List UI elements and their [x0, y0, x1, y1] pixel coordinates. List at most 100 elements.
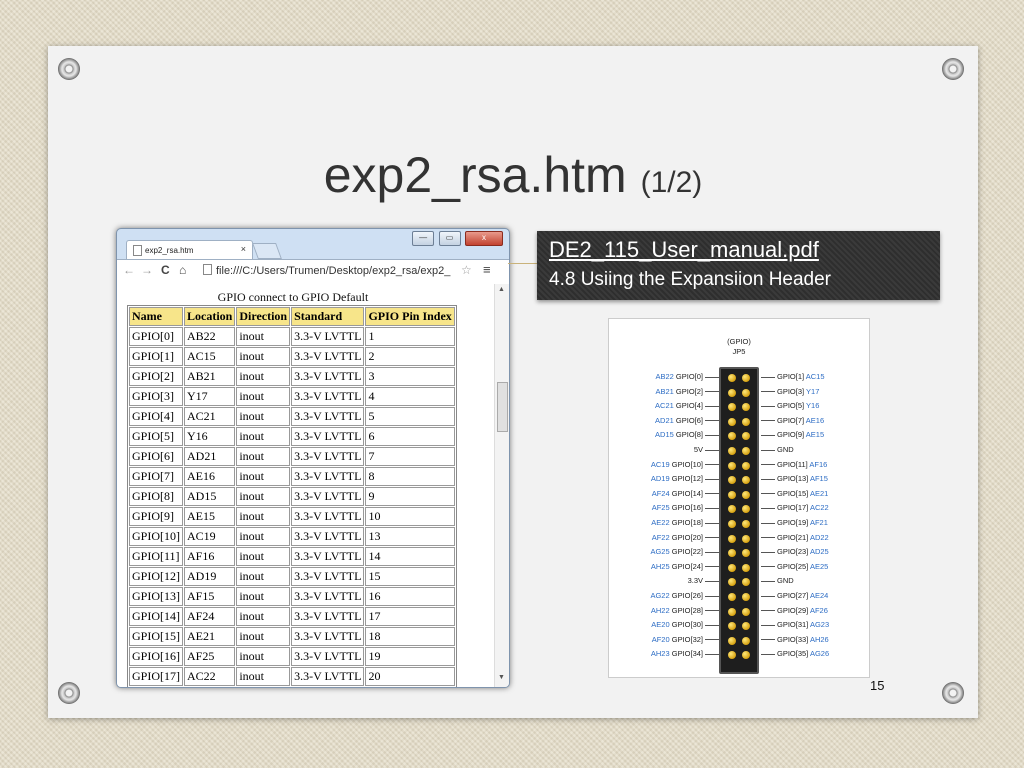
tab-exp2-rsa[interactable]: exp2_rsa.htm × [126, 240, 253, 260]
minimize-button[interactable]: — [412, 231, 435, 246]
pin-line [761, 610, 775, 612]
signal-name: 3.3V [687, 576, 703, 586]
close-window-button[interactable]: x [465, 231, 503, 246]
back-arrow-icon[interactable]: ← [123, 263, 135, 277]
header-pin-icon [728, 636, 736, 645]
signal-name: GPIO[21] [777, 532, 809, 542]
table-row: GPIO[7] AE16 inout 3.3-V LVTTL 8 [129, 467, 455, 486]
header-pin-icon [728, 651, 736, 660]
table-cell: 3.3-V LVTTL [291, 387, 365, 406]
file-icon [203, 264, 212, 275]
scrollbar-thumb[interactable] [497, 382, 508, 432]
menu-icon[interactable]: ≡ [483, 262, 491, 277]
pin-label-left: AC21 GPIO[4] [655, 401, 721, 411]
slide: exp2_rsa.htm (1/2) exp2_rsa.htm × — ▭ x … [48, 46, 978, 718]
pin-label-left: AG25 GPIO[22] [650, 547, 721, 557]
table-cell: AC19 [184, 527, 236, 546]
header-pin-icon [742, 447, 750, 455]
table-cell: GPIO[2] [129, 367, 183, 386]
table-cell: inout [236, 667, 291, 686]
table-row: GPIO[4] AC21 inout 3.3-V LVTTL 5 [129, 407, 455, 426]
pin-label-right: GPIO[11] AF16 [759, 460, 827, 470]
vertical-scrollbar[interactable]: ▲ ▼ [494, 284, 509, 687]
address-bar[interactable]: file:///C:/Users/Trumen/Desktop/exp2_rsa… [203, 263, 473, 279]
pin-line [761, 522, 775, 524]
slide-title-main: exp2_rsa.htm [323, 147, 627, 203]
signal-name: GPIO[26] [671, 591, 703, 600]
slide-title: exp2_rsa.htm (1/2) [48, 146, 978, 204]
fpga-location: AF16 [809, 459, 828, 469]
table-row: GPIO[12] AD19 inout 3.3-V LVTTL 15 [129, 567, 455, 586]
pin-label-left: AF20 GPIO[32] [652, 635, 721, 645]
table-cell: 3.3-V LVTTL [291, 607, 365, 626]
expansion-header-diagram: (GPIO) JP5 AB22 GPIO[0] AB21 GPIO[2] AC21 … [608, 318, 870, 678]
fpga-location: AE20 [651, 620, 670, 630]
diagram-title-jp5: JP5 [732, 347, 746, 356]
table-cell: inout [236, 427, 291, 446]
table-cell: GPIO[5] [129, 427, 183, 446]
pin-line [705, 566, 719, 568]
fpga-location: AG25 [650, 547, 670, 557]
header-pin-icon [728, 461, 736, 470]
fpga-location: AH25 [650, 561, 670, 571]
table-cell: GPIO[4] [129, 407, 183, 426]
header-pin-icon [728, 563, 736, 572]
pin-label-right: GND [759, 445, 794, 455]
column-header: Name [129, 307, 183, 326]
table-cell: 3.3-V LVTTL [291, 627, 365, 646]
table-cell: 19 [365, 647, 455, 666]
signal-name: GPIO[8] [675, 430, 703, 440]
rivet-bottom-left-icon [58, 682, 80, 704]
table-cell: 9 [365, 487, 455, 506]
fpga-location: AE16 [805, 415, 825, 425]
header-pin-icon [742, 534, 750, 543]
pin-label-left: AB22 GPIO[0] [655, 372, 721, 382]
pin-label-right: GPIO[25] AE25 [759, 562, 828, 572]
window-controls: — ▭ x [412, 231, 503, 247]
fpga-location: AE24 [809, 591, 829, 600]
table-cell: AE21 [184, 627, 236, 646]
table-cell: 3.3-V LVTTL [291, 567, 365, 586]
pin-line [705, 464, 719, 466]
fpga-location: AG22 [650, 591, 670, 600]
tab-title: exp2_rsa.htm [145, 246, 194, 255]
table-cell: inout [236, 627, 291, 646]
header-pin-icon [742, 403, 750, 412]
maximize-button[interactable]: ▭ [438, 231, 461, 246]
home-icon[interactable]: ⌂ [179, 263, 186, 277]
column-header: Location [184, 307, 236, 326]
pin-line [761, 537, 775, 539]
scroll-down-icon[interactable]: ▼ [498, 674, 505, 681]
signal-name: GPIO[3] [777, 386, 805, 396]
table-cell: 14 [365, 547, 455, 566]
scroll-up-icon[interactable]: ▲ [498, 286, 505, 293]
new-tab-button[interactable] [252, 243, 282, 259]
table-cell: 5 [365, 407, 455, 426]
signal-name: GPIO[33] [777, 634, 809, 644]
table-cell: GPIO[6] [129, 447, 183, 466]
fpga-location: AF25 [651, 503, 670, 513]
table-cell: inout [236, 567, 291, 586]
pin-label-right: GPIO[19] AF21 [759, 518, 828, 528]
forward-arrow-icon[interactable]: → [141, 263, 153, 277]
table-cell: inout [236, 387, 291, 406]
reload-icon[interactable]: C [161, 263, 170, 277]
table-row: GPIO[6] AD21 inout 3.3-V LVTTL 7 [129, 447, 455, 466]
fpga-location: AE15 [805, 430, 825, 440]
fpga-location: AH23 [650, 649, 670, 659]
table-cell: 8 [365, 467, 455, 486]
pin-label-right: GPIO[23] AD25 [759, 547, 829, 557]
signal-name: GPIO[4] [675, 401, 703, 411]
table-cell: GPIO[9] [129, 507, 183, 526]
table-cell: 3.3-V LVTTL [291, 527, 365, 546]
table-cell: GPIO[11] [129, 547, 183, 566]
bookmark-star-icon[interactable]: ☆ [461, 263, 472, 277]
tab-close-icon[interactable]: × [241, 244, 246, 254]
signal-name: GPIO[11] [777, 459, 808, 469]
table-row: GPIO[16] AF25 inout 3.3-V LVTTL 19 [129, 647, 455, 666]
pin-label-left: AH25 GPIO[24] [651, 562, 721, 572]
table-row: GPIO[13] AF15 inout 3.3-V LVTTL 16 [129, 587, 455, 606]
header-pin-icon [742, 593, 750, 601]
table-cell: AF15 [184, 587, 236, 606]
pin-label-left: AC19 GPIO[10] [651, 460, 721, 470]
